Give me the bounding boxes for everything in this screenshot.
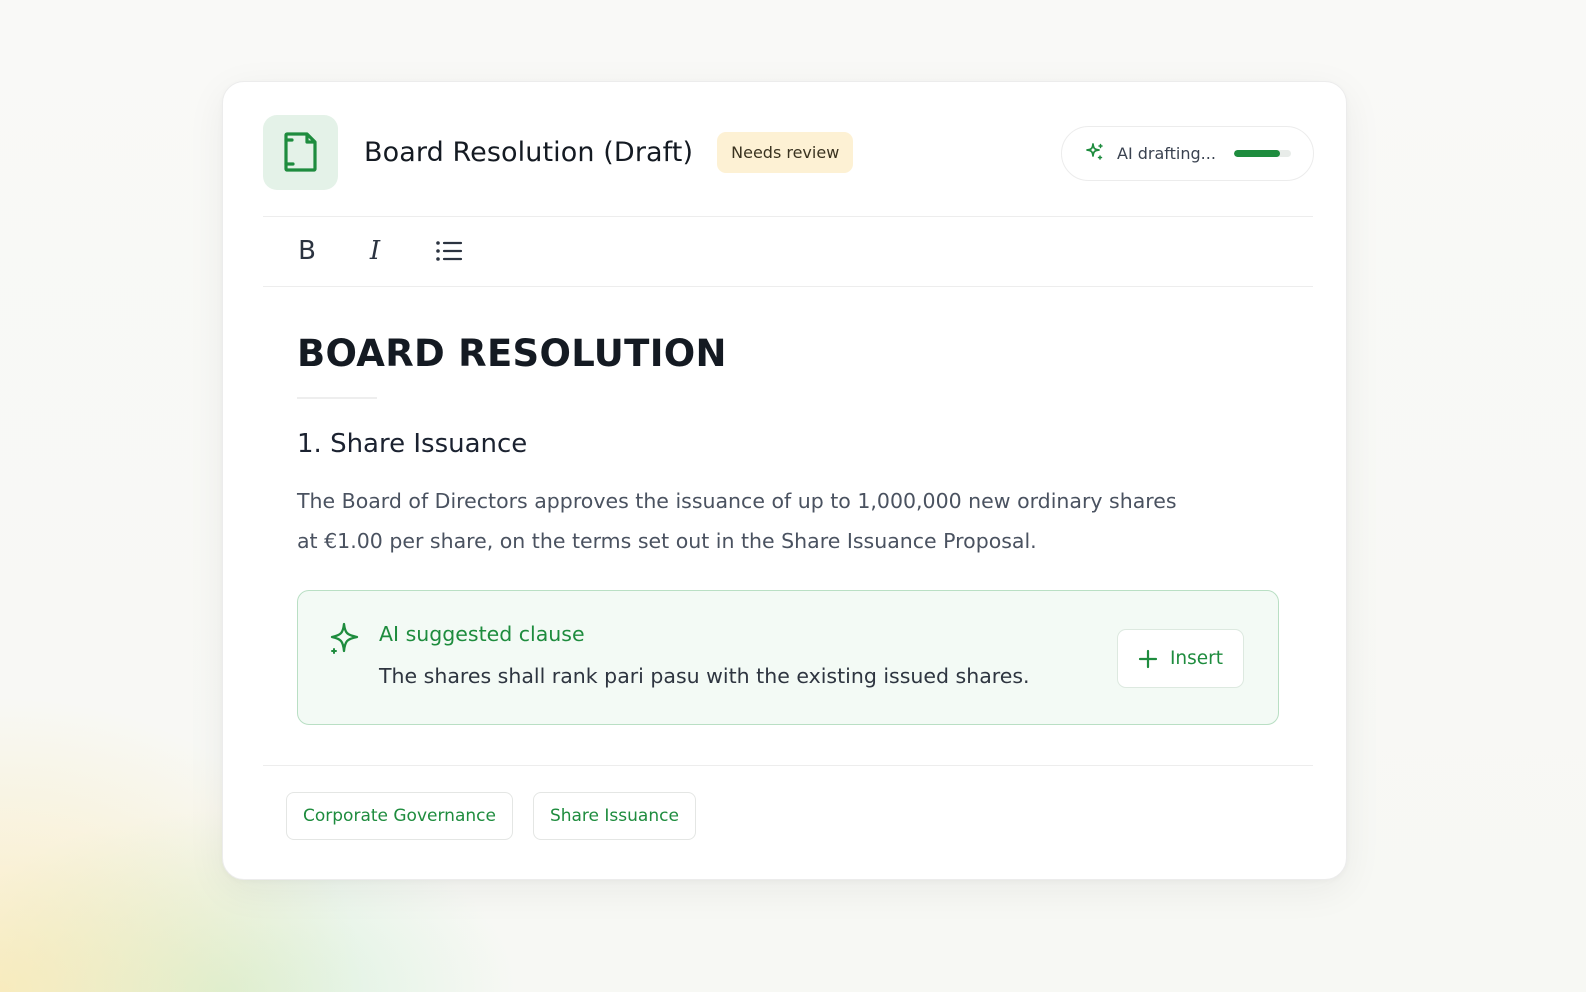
ai-suggestion-box: AI suggested clause The shares shall ran… bbox=[297, 590, 1279, 725]
bullet-list-icon bbox=[436, 241, 463, 261]
section-paragraph: The Board of Directors approves the issu… bbox=[297, 481, 1217, 561]
footer-divider bbox=[263, 765, 1313, 766]
document-title: Board Resolution (Draft) bbox=[364, 136, 694, 168]
card-header: Board Resolution (Draft) Needs review AI… bbox=[263, 114, 1314, 190]
suggestion-title: AI suggested clause bbox=[379, 622, 585, 646]
document-body[interactable]: BOARD RESOLUTION 1. Share Issuance The B… bbox=[297, 332, 1287, 561]
ai-progress-fill bbox=[1233, 150, 1280, 157]
document-heading: BOARD RESOLUTION bbox=[297, 332, 727, 375]
ai-progress-bar bbox=[1233, 150, 1291, 157]
status-badge: Needs review bbox=[717, 131, 854, 173]
insert-button[interactable]: Insert bbox=[1117, 629, 1244, 688]
bold-button[interactable]: B bbox=[286, 230, 328, 272]
bullet-list-button[interactable] bbox=[428, 230, 470, 272]
toolbar-divider bbox=[263, 286, 1313, 287]
ai-drafting-label: AI drafting... bbox=[1117, 144, 1216, 163]
paragraph-line: The Board of Directors approves the issu… bbox=[297, 489, 1177, 513]
tag-share-issuance[interactable]: Share Issuance bbox=[532, 792, 696, 840]
document-card: Board Resolution (Draft) Needs review AI… bbox=[222, 81, 1347, 880]
sparkle-icon bbox=[330, 622, 360, 658]
insert-label: Insert bbox=[1169, 648, 1224, 669]
italic-button[interactable]: I bbox=[354, 230, 396, 272]
section-title: 1. Share Issuance bbox=[297, 429, 528, 459]
plus-icon bbox=[1138, 649, 1158, 668]
tag-list: Corporate Governance Share Issuance bbox=[286, 792, 696, 840]
tag-corporate-governance[interactable]: Corporate Governance bbox=[286, 792, 513, 840]
ai-drafting-status: AI drafting... bbox=[1061, 126, 1314, 181]
document-icon bbox=[263, 114, 338, 190]
formatting-toolbar: B I bbox=[263, 217, 470, 285]
suggestion-text: The shares shall rank pari pasu with the… bbox=[379, 664, 1030, 688]
heading-rule bbox=[297, 397, 377, 399]
paragraph-line: at €1.00 per share, on the terms set out… bbox=[297, 529, 1037, 553]
sparkle-icon bbox=[1085, 142, 1105, 166]
